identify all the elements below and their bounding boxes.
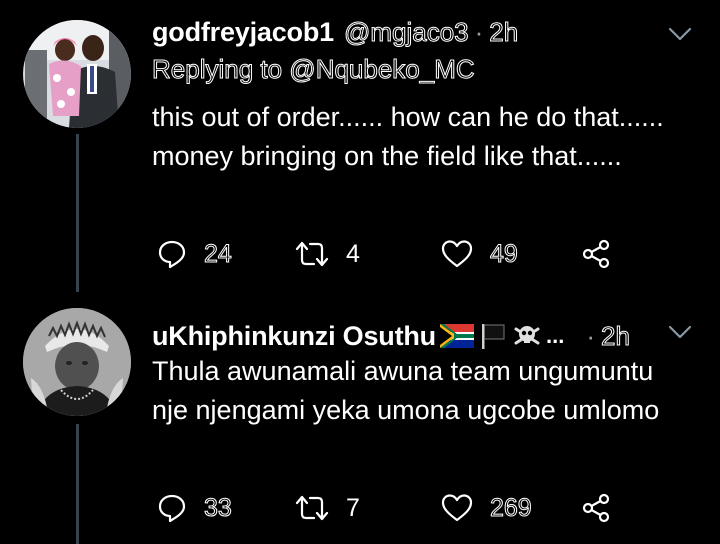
retweet-icon [295, 495, 329, 521]
south-africa-flag-icon [439, 324, 474, 348]
thread-line [76, 134, 79, 292]
tweet[interactable]: godfreyjacob1 @mgjaco3 · 2h Replying to … [0, 0, 720, 292]
tweet-time[interactable]: 2h [489, 16, 519, 48]
like-count: 269 [490, 493, 533, 522]
display-name[interactable]: uKhiphinkunzi Osuthu [152, 321, 436, 352]
separator-dot: · [474, 16, 484, 47]
reply-icon [158, 494, 186, 523]
tweet[interactable]: uKhiphinkunzi Osuthu ... · 2h Thula awun… [0, 292, 720, 544]
retweet-count: 4 [346, 239, 360, 268]
separator-dot: · [586, 320, 595, 351]
name-truncation: ... [545, 323, 565, 348]
like-button[interactable]: 49 [440, 236, 518, 272]
skull-crossbones-icon [514, 326, 540, 345]
name-emojis [439, 321, 542, 351]
retweet-count: 7 [346, 493, 360, 522]
avatar[interactable] [23, 20, 131, 128]
tweet-actions: 33 7 269 [156, 490, 626, 526]
reply-icon [158, 240, 186, 269]
tweet-header: godfreyjacob1 @mgjaco3 · 2h [152, 12, 660, 52]
black-flag-icon [481, 324, 505, 349]
tweet-actions: 24 4 49 [156, 236, 626, 272]
reply-button[interactable]: 33 [156, 490, 232, 526]
tweet-text: this out of order...... how can he do th… [152, 102, 664, 171]
avatar-photo [23, 308, 131, 416]
chevron-down-icon[interactable] [668, 324, 692, 340]
retweet-button[interactable]: 7 [294, 490, 360, 526]
retweet-icon [295, 241, 329, 267]
avatar[interactable] [23, 308, 131, 416]
share-button[interactable] [580, 490, 612, 526]
retweet-button[interactable]: 4 [294, 236, 360, 272]
share-icon [582, 239, 610, 269]
tweet-text: Thula awunamali awuna team ungumuntu nje… [152, 356, 660, 425]
thread-line [76, 424, 79, 544]
like-button[interactable]: 269 [440, 490, 532, 526]
tweet-header: uKhiphinkunzi Osuthu ... · 2h [152, 316, 660, 356]
tweet-time[interactable]: 2h [600, 320, 630, 352]
user-handle[interactable]: @mgjaco3 [343, 16, 469, 48]
reply-button[interactable]: 24 [156, 236, 232, 272]
heart-icon [441, 240, 473, 268]
reply-count: 33 [204, 493, 233, 522]
reply-count: 24 [204, 239, 233, 268]
share-button[interactable] [580, 236, 612, 272]
avatar-photo [23, 20, 131, 128]
chevron-down-icon[interactable] [668, 26, 692, 42]
display-name[interactable]: godfreyjacob1 [152, 17, 334, 48]
share-icon [582, 493, 610, 523]
like-count: 49 [490, 239, 519, 268]
replying-to[interactable]: Replying to @Nqubeko_MC [152, 54, 476, 85]
heart-icon [441, 494, 473, 522]
